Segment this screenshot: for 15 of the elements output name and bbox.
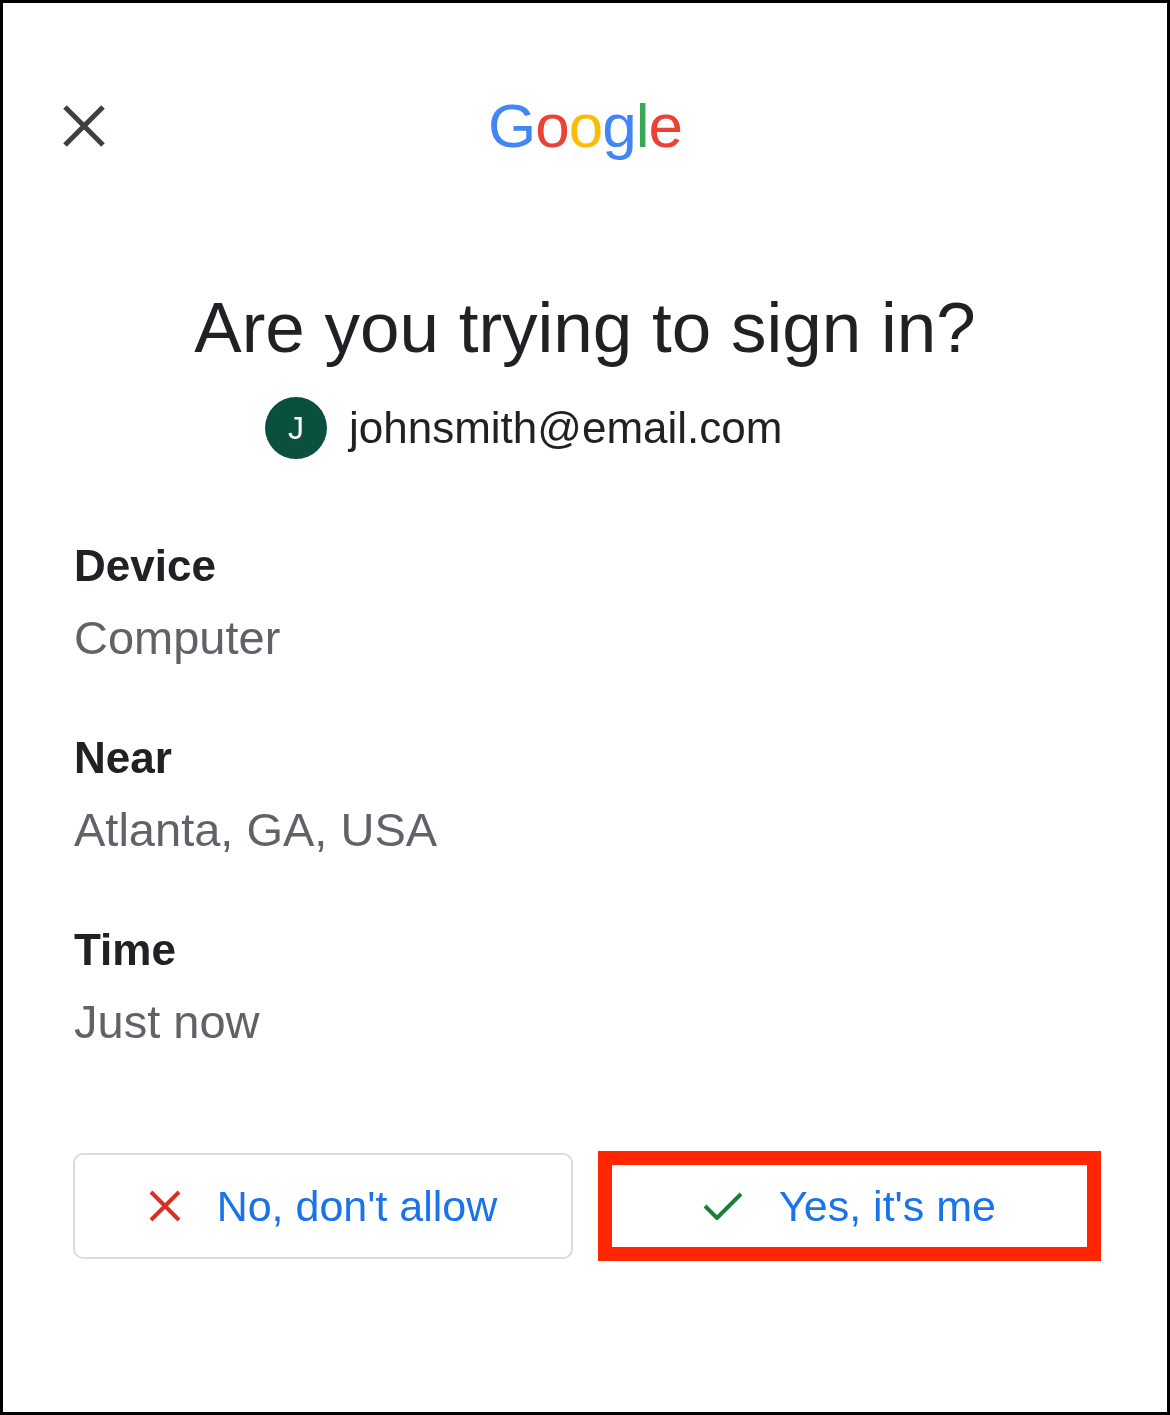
detail-label: Near	[74, 732, 173, 784]
account-email: johnsmith@email.com	[349, 403, 783, 453]
detail-value: Atlanta, GA, USA	[74, 802, 439, 858]
check-icon	[703, 1192, 744, 1220]
cross-icon	[148, 1190, 181, 1222]
deny-button[interactable]: No, don't allow	[73, 1153, 573, 1259]
detail-value: Just now	[74, 994, 261, 1050]
close-icon[interactable]	[62, 104, 106, 148]
detail-label: Time	[74, 924, 177, 976]
avatar: J	[265, 397, 327, 459]
detail-label: Device	[74, 540, 217, 592]
approve-button[interactable]: Yes, it's me	[598, 1151, 1101, 1261]
logo-text: Google	[488, 91, 682, 161]
detail-value: Computer	[74, 610, 282, 666]
dialog-title: Are you trying to sign in?	[193, 288, 977, 368]
